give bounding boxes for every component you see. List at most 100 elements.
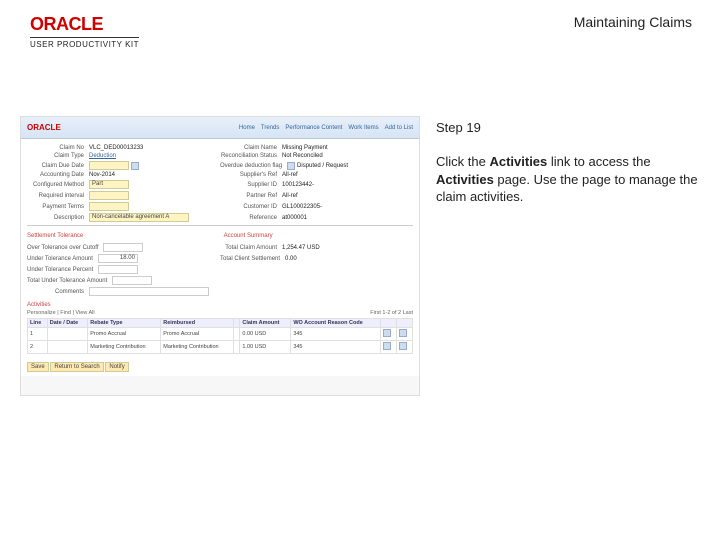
notify-button[interactable]: Notify (105, 362, 128, 372)
ss-lbl: Total Client Settlement (220, 256, 283, 262)
ss-lbl: Accounting Date (27, 172, 87, 178)
td (381, 328, 397, 341)
th: Reimbursed (161, 319, 234, 328)
ss-val: at000001 (282, 215, 307, 221)
ss-val: Disputed / Request (297, 163, 348, 169)
checkbox-icon[interactable] (287, 162, 295, 170)
ss-input[interactable] (89, 202, 129, 211)
ss-tab-account[interactable]: Account Summary (224, 233, 273, 239)
brand-block: ORACLE USER PRODUCTIVITY KIT (30, 14, 139, 50)
ss-val: 1,254.47 USD (282, 245, 320, 251)
td: 2 (28, 341, 48, 354)
td (47, 328, 87, 341)
ss-lbl: Customer ID (220, 204, 280, 210)
ss-lbl: Required interval (27, 193, 87, 199)
td: 1.00 USD (240, 341, 291, 354)
td: Marketing Contribution (161, 341, 234, 354)
doc-header: ORACLE USER PRODUCTIVITY KIT Maintaining… (0, 0, 720, 56)
ss-input[interactable]: Non-cancelable agreement A (89, 213, 189, 222)
ss-activities-link[interactable]: Activities (27, 302, 413, 308)
ss-input[interactable]: 18.00 (98, 254, 138, 263)
ss-val: Missing Payment (282, 145, 328, 151)
th: Rebate Type (88, 319, 161, 328)
ss-link-work[interactable]: Work Items (348, 125, 378, 131)
text: Click the (436, 154, 489, 169)
ss-val: All-ref (282, 172, 298, 178)
step-title: Step 19 (436, 120, 700, 135)
brand-subtitle: USER PRODUCTIVITY KIT (30, 37, 139, 49)
ss-tab-settlement[interactable]: Settlement Tolerance (27, 233, 83, 239)
ss-lbl: Payment Terms (27, 204, 87, 210)
td: Promo Accrual (88, 328, 161, 341)
delete-icon[interactable] (399, 342, 407, 350)
ss-val: All-ref (282, 193, 298, 199)
td: Marketing Contribution (88, 341, 161, 354)
ss-link-trends[interactable]: Trends (261, 125, 279, 131)
td: 345 (291, 341, 381, 354)
activities-bold: Activities (489, 154, 547, 169)
instruction-panel: Step 19 Click the Activities link to acc… (436, 116, 700, 396)
ss-val: VLC_DED00013233 (89, 145, 143, 151)
ss-activities-table: Line Date / Date Rebate Type Reimbursed … (27, 318, 413, 354)
ss-input[interactable] (89, 287, 209, 296)
td: Promo Accrual (161, 328, 234, 341)
ss-lbl: Total Claim Amount (220, 245, 280, 251)
ss-lbl: Reconciliation Status (220, 153, 280, 159)
th: Date / Date (47, 319, 87, 328)
calendar-icon[interactable] (131, 162, 139, 170)
th: Line (28, 319, 48, 328)
td: 0.00 USD (240, 328, 291, 341)
page-title: Maintaining Claims (574, 14, 692, 30)
td (397, 328, 413, 341)
th: Claim Amount (240, 319, 291, 328)
text: link to access the (547, 154, 650, 169)
ss-lbl: Total Under Tolerance Amount (27, 278, 110, 284)
ss-body: Claim NoVLC_DED00013233 Claim NameMissin… (21, 139, 419, 376)
return-button[interactable]: Return to Search (50, 362, 103, 372)
ss-personalize[interactable]: Personalize | Find | View All (27, 310, 95, 316)
ss-lbl: Partner Ref (220, 193, 280, 199)
lookup-icon[interactable] (383, 342, 391, 350)
ss-lbl: Claim Type (27, 153, 87, 159)
td (381, 341, 397, 354)
lookup-icon[interactable] (383, 329, 391, 337)
th (381, 319, 397, 328)
content-row: ORACLE Home Trends Performance Content W… (0, 56, 720, 396)
ss-val: GL100022305- (282, 204, 322, 210)
app-screenshot: ORACLE Home Trends Performance Content W… (20, 116, 420, 396)
ss-val: Not Reconciled (282, 153, 323, 159)
ss-lbl: Supplier ID (220, 182, 280, 188)
ss-input[interactable] (112, 276, 152, 285)
th (397, 319, 413, 328)
table-row: 2 Marketing Contribution Marketing Contr… (28, 341, 413, 354)
ss-input[interactable]: Part (89, 180, 129, 189)
ss-lbl: Description (27, 215, 87, 221)
ss-lbl: Claim Due Date (27, 163, 87, 169)
ss-topbar: ORACLE Home Trends Performance Content W… (21, 117, 419, 139)
ss-input[interactable] (89, 191, 129, 200)
ss-input[interactable] (103, 243, 143, 252)
ss-link-add[interactable]: Add to List (385, 125, 413, 131)
ss-link-perf[interactable]: Performance Content (285, 125, 342, 131)
delete-icon[interactable] (399, 329, 407, 337)
activities-bold: Activities (436, 172, 494, 187)
ss-link-home[interactable]: Home (239, 125, 255, 131)
td (47, 341, 87, 354)
ss-oracle-logo: ORACLE (27, 123, 61, 132)
td (397, 341, 413, 354)
ss-paging: First 1-2 of 2 Last (370, 310, 413, 316)
td: 1 (28, 328, 48, 341)
save-button[interactable]: Save (27, 362, 49, 372)
td: 345 (291, 328, 381, 341)
oracle-logo: ORACLE (30, 14, 139, 35)
ss-link[interactable]: Deduction (89, 153, 116, 159)
ss-lbl: Comments (27, 289, 87, 295)
ss-lbl: Under Tolerance Amount (27, 256, 96, 262)
ss-input-date[interactable] (89, 161, 129, 170)
ss-lbl: Configured Method (27, 182, 87, 188)
ss-lbl: Claim Name (220, 145, 280, 151)
table-row: 1 Promo Accrual Promo Accrual 0.00 USD 3… (28, 328, 413, 341)
ss-val: 0.00 (285, 256, 297, 262)
ss-val: Nov-2014 (89, 172, 115, 178)
ss-input[interactable] (98, 265, 138, 274)
